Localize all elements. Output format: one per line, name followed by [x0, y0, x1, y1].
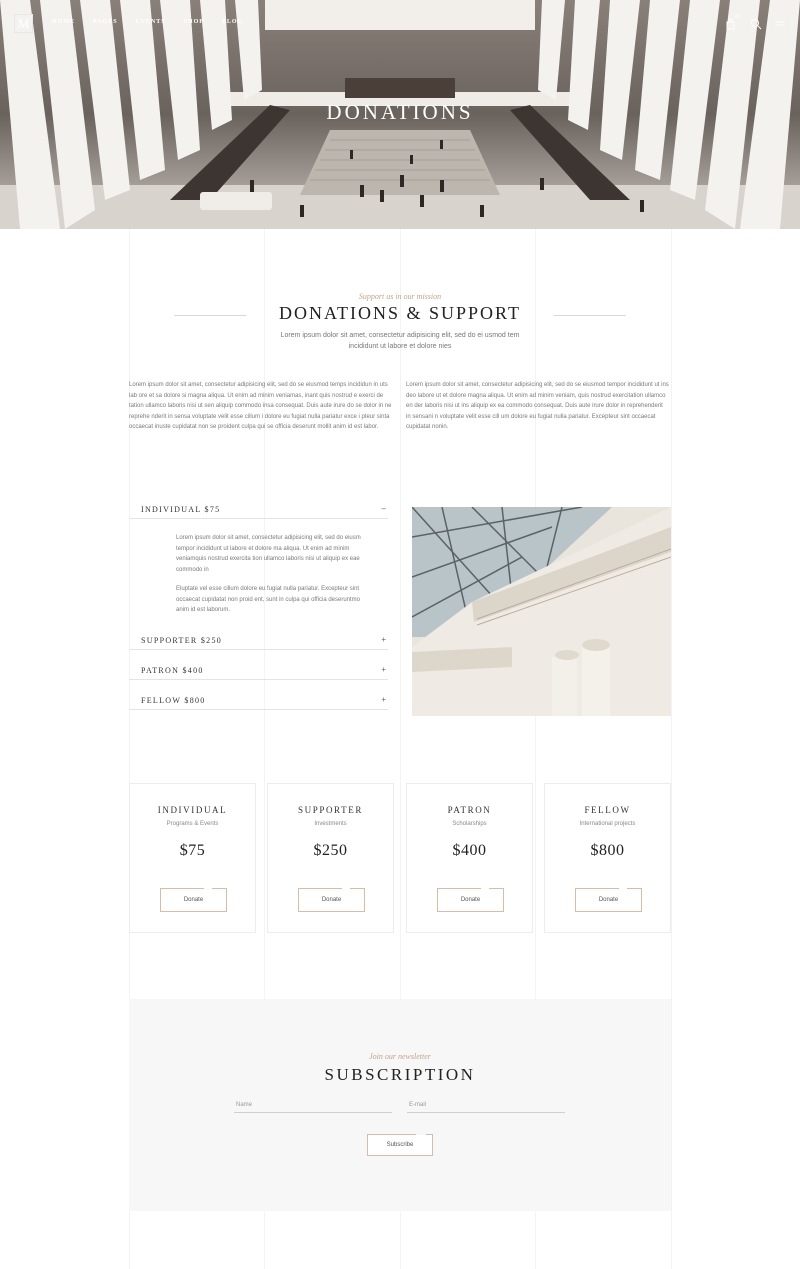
donate-button[interactable]: Donate: [160, 888, 227, 912]
accordion-label: PATRON $400: [141, 666, 204, 675]
accordion-header[interactable]: PATRON $400 +: [129, 665, 388, 680]
plan-card-fellow: FELLOW International projects $800 Donat…: [544, 783, 671, 933]
subscribe-button[interactable]: Subscribe: [367, 1134, 433, 1156]
top-navigation: M HOME PAGES EVENTS SHOP BLOG 00: [0, 0, 800, 46]
plan-card-supporter: SUPPORTER Investments $250 Donate: [267, 783, 394, 933]
accordion-body-paragraph: Lorem ipsum dolor sit amet, consectetur …: [176, 535, 361, 573]
plan-subtitle: Investments: [314, 821, 347, 827]
accordion-header[interactable]: INDIVIDUAL $75 –: [129, 504, 388, 519]
email-input[interactable]: E-mail: [407, 1102, 565, 1113]
expand-icon[interactable]: +: [381, 665, 386, 674]
section-subtitle: Lorem ipsum dolor sit amet, consectetur …: [280, 332, 520, 350]
plan-price: $75: [179, 842, 206, 859]
plan-subtitle: Scholarships: [452, 821, 487, 827]
intro-column-left: Lorem ipsum dolor sit amet, consectetur …: [129, 382, 392, 431]
plan-name: SUPPORTER: [298, 805, 363, 815]
accordion-item-patron[interactable]: PATRON $400 +: [129, 665, 388, 680]
accordion-label: SUPPORTER $250: [141, 636, 223, 645]
menu-icon[interactable]: [774, 17, 786, 29]
subscription-title: SUBSCRIPTION: [324, 1065, 476, 1084]
nav-item-blog[interactable]: BLOG: [222, 19, 243, 25]
cart-count: 00: [734, 14, 740, 20]
nav-item-shop[interactable]: SHOP: [184, 19, 204, 25]
plan-price: $400: [452, 842, 487, 859]
accordion-body-paragraph: Eluptate vel esse cillum dolore eu fugia…: [176, 586, 361, 613]
nav-icons: 00: [726, 14, 786, 30]
nav-item-events[interactable]: EVENTS: [136, 19, 166, 25]
accordion-label: INDIVIDUAL $75: [141, 505, 221, 514]
subscription-panel: [129, 999, 671, 1211]
expand-icon[interactable]: +: [381, 635, 386, 644]
page-title: DONATIONS: [326, 100, 474, 124]
accordion-item-individual[interactable]: INDIVIDUAL $75 –: [129, 504, 388, 519]
plan-subtitle: International projects: [579, 821, 636, 827]
accordion-item-supporter[interactable]: SUPPORTER $250 +: [129, 635, 388, 650]
plan-name: FELLOW: [584, 805, 631, 815]
plan-name: PATRON: [447, 805, 492, 815]
subscription-tagline: Join our newsletter: [369, 1052, 431, 1061]
architecture-photo: [412, 507, 671, 716]
donate-button[interactable]: Donate: [575, 888, 642, 912]
intro-tagline: Support us in our mission: [358, 292, 442, 301]
accordion-label: FELLOW $800: [141, 696, 206, 705]
main-menu: HOME PAGES EVENTS SHOP BLOG: [52, 19, 261, 25]
search-icon[interactable]: [750, 17, 762, 30]
nav-item-home[interactable]: HOME: [52, 19, 75, 25]
plan-card-patron: PATRON Scholarships $400 Donate: [406, 783, 533, 933]
plan-subtitle: Programs & Events: [166, 821, 219, 827]
expand-icon[interactable]: +: [381, 695, 386, 704]
name-input[interactable]: Name: [234, 1102, 392, 1113]
nav-item-pages[interactable]: PAGES: [93, 19, 118, 25]
cart-icon[interactable]: 00: [726, 14, 740, 30]
plan-price: $250: [313, 842, 348, 859]
donate-button[interactable]: Donate: [437, 888, 504, 912]
site-logo[interactable]: M: [14, 14, 33, 33]
plan-price: $800: [590, 842, 625, 859]
accordion-header[interactable]: FELLOW $800 +: [129, 695, 388, 710]
plan-name: INDIVIDUAL: [157, 805, 228, 815]
intro-column-right: Lorem ipsum dolor sit amet, consectetur …: [406, 382, 669, 431]
plan-card-individual: INDIVIDUAL Programs & Events $75 Donate: [129, 783, 256, 933]
accordion-item-fellow[interactable]: FELLOW $800 +: [129, 695, 388, 710]
collapse-icon[interactable]: –: [382, 504, 386, 513]
donate-button[interactable]: Donate: [298, 888, 365, 912]
section-title: DONATIONS & SUPPORT: [279, 303, 521, 323]
accordion-header[interactable]: SUPPORTER $250 +: [129, 635, 388, 650]
